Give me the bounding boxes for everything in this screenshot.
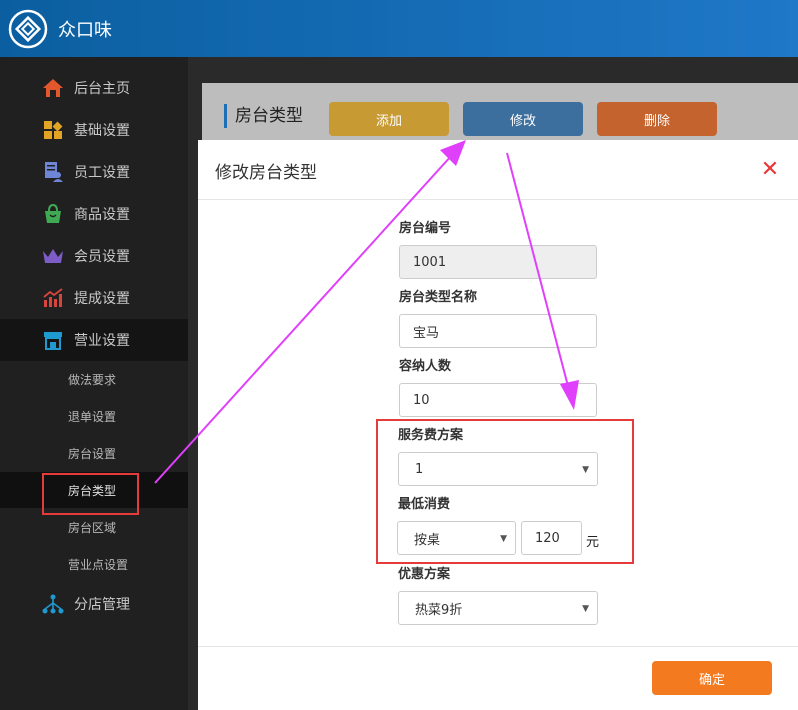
sidebar-item-label: 员工设置 — [74, 165, 130, 181]
sidebar-item-business-settings[interactable]: 营业设置 — [0, 319, 188, 361]
sidebar-item-label: 会员设置 — [74, 249, 130, 265]
modal-footer-divider — [198, 646, 798, 647]
capacity-input[interactable]: 10 — [399, 383, 597, 417]
delete-button[interactable]: 删除 — [597, 102, 717, 136]
room-code-field: 1001 — [399, 245, 597, 279]
sidebar-item-label: 后台主页 — [74, 81, 130, 97]
add-button[interactable]: 添加 — [329, 102, 449, 136]
store-icon — [42, 329, 64, 351]
app-header: 众口味 — [0, 0, 798, 57]
confirm-button[interactable]: 确定 — [652, 661, 772, 695]
grid-icon — [42, 119, 64, 141]
sidebar-item-label: 分店管理 — [74, 597, 130, 613]
edit-button[interactable]: 修改 — [463, 102, 583, 136]
close-icon[interactable]: ✕ — [760, 159, 780, 181]
sidebar-subitem-business-point-settings[interactable]: 营业点设置 — [0, 546, 188, 582]
branch-icon — [42, 593, 64, 615]
room-code-label: 房台编号 — [399, 221, 452, 236]
sidebar-subitem-cooking-requirements[interactable]: 做法要求 — [0, 361, 188, 397]
brand-name: 众口味 — [58, 19, 112, 41]
room-type-name-label: 房台类型名称 — [399, 290, 478, 305]
room-type-name-input[interactable]: 宝马 — [399, 314, 597, 348]
annotation-box-fields — [376, 419, 634, 564]
sidebar-item-goods-settings[interactable]: 商品设置 — [0, 193, 188, 235]
capacity-label: 容纳人数 — [399, 359, 452, 374]
sidebar-item-label: 基础设置 — [74, 123, 130, 139]
crown-icon — [42, 245, 64, 267]
bag-icon — [42, 203, 64, 225]
page-title: 房台类型 — [224, 104, 303, 128]
sidebar-item-home[interactable]: 后台主页 — [0, 67, 188, 109]
sidebar-item-label: 营业设置 — [74, 333, 130, 349]
chevron-down-icon: ▼ — [582, 604, 589, 614]
sidebar-item-member-settings[interactable]: 会员设置 — [0, 235, 188, 277]
sidebar-item-branch-management[interactable]: 分店管理 — [0, 583, 188, 625]
discount-plan-label: 优惠方案 — [398, 567, 451, 582]
sidebar-item-staff-settings[interactable]: 员工设置 — [0, 151, 188, 193]
modal-title: 修改房台类型 — [215, 163, 317, 183]
sidebar-item-commission-settings[interactable]: 提成设置 — [0, 277, 188, 319]
sidebar-item-basic-settings[interactable]: 基础设置 — [0, 109, 188, 151]
sidebar-subitem-room-table-settings[interactable]: 房台设置 — [0, 435, 188, 471]
modal-header: 修改房台类型 ✕ — [198, 140, 798, 200]
discount-plan-select[interactable]: 热菜9折 ▼ — [398, 591, 598, 625]
brand-logo-icon — [8, 9, 48, 48]
annotation-box-sidebar — [42, 473, 139, 515]
sidebar-item-label: 商品设置 — [74, 207, 130, 223]
sidebar-item-label: 提成设置 — [74, 291, 130, 307]
home-icon — [42, 77, 64, 99]
chart-icon — [42, 287, 64, 309]
sidebar-subitem-return-settings[interactable]: 退单设置 — [0, 398, 188, 434]
staff-icon — [42, 161, 64, 183]
